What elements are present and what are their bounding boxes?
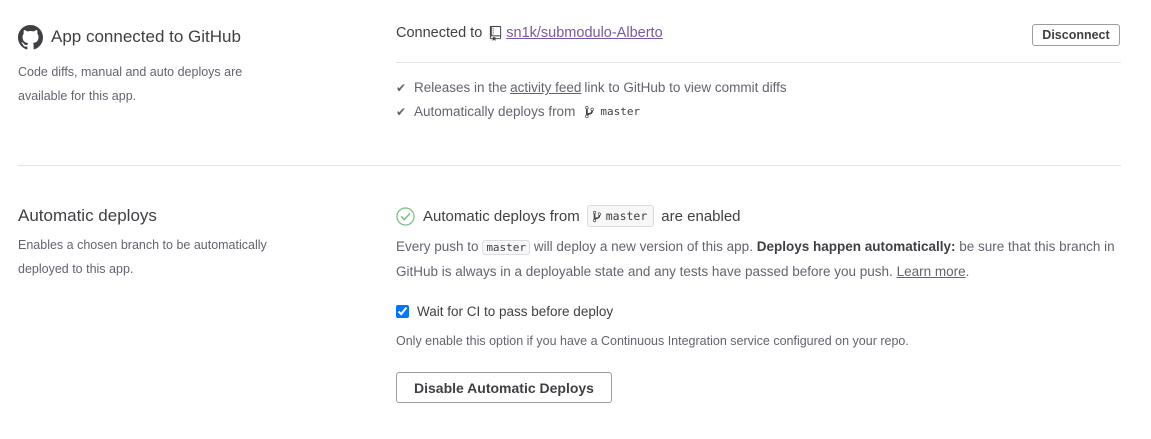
disconnect-button[interactable]: Disconnect — [1032, 24, 1120, 46]
info-end: . — [965, 264, 970, 279]
feature-releases: ✔ Releases in the activity feed link to … — [396, 80, 787, 95]
auto-deploy-status: Automatic deploys from master are enable… — [396, 205, 741, 227]
feature-auto-deploy: ✔ Automatically deploys from master — [396, 104, 640, 119]
connected-prefix: Connected to — [396, 25, 483, 41]
branch-icon — [585, 105, 595, 118]
disable-automatic-deploys-button[interactable]: Disable Automatic Deploys — [396, 372, 612, 403]
check-icon: ✔ — [396, 104, 407, 119]
auto-deploys-title: Automatic deploys — [18, 206, 157, 225]
branch-label: master — [584, 105, 640, 119]
divider — [396, 62, 1121, 63]
github-connection-section: App connected to GitHub Code diffs, manu… — [0, 0, 1151, 166]
auto-deploy-info: Every push to master will deploy a new v… — [396, 235, 1121, 284]
auto-deploys-description: Enables a chosen branch to be automatica… — [18, 238, 267, 276]
branch-name: master — [600, 105, 641, 118]
info-branch: master — [482, 240, 531, 255]
github-section-description: Code diffs, manual and auto deploys are … — [18, 65, 243, 103]
branch-name: master — [605, 209, 648, 223]
check-icon: ✔ — [396, 80, 407, 95]
branch-icon — [592, 210, 601, 222]
releases-text-before: Releases in the — [414, 80, 508, 95]
releases-text-after: link to GitHub to view commit diffs — [584, 80, 787, 95]
wait-for-ci-checkbox[interactable] — [396, 305, 409, 318]
status-suffix: are enabled — [661, 207, 741, 225]
github-section-title: App connected to GitHub — [51, 27, 241, 46]
repo-icon — [490, 25, 502, 41]
info-text-2: will deploy a new version of this app. — [533, 239, 753, 254]
connected-repo-row: Connected to sn1k/submodulo-Alberto — [396, 25, 663, 41]
activity-feed-link[interactable]: activity feed — [510, 80, 581, 95]
wait-for-ci-label: Wait for CI to pass before deploy — [417, 304, 614, 319]
learn-more-link[interactable]: Learn more — [897, 264, 966, 279]
wait-for-ci-option[interactable]: Wait for CI to pass before deploy — [396, 304, 613, 319]
github-icon — [18, 25, 43, 50]
check-circle-icon — [396, 206, 415, 226]
auto-deploy-text: Automatically deploys from — [414, 104, 576, 119]
info-text-1: Every push to — [396, 239, 479, 254]
branch-badge: master — [586, 205, 655, 227]
ci-help-text: Only enable this option if you have a Co… — [396, 334, 909, 348]
status-prefix: Automatic deploys from — [423, 207, 580, 225]
repo-link[interactable]: sn1k/submodulo-Alberto — [506, 25, 662, 41]
info-bold: Deploys happen automatically: — [756, 239, 956, 254]
